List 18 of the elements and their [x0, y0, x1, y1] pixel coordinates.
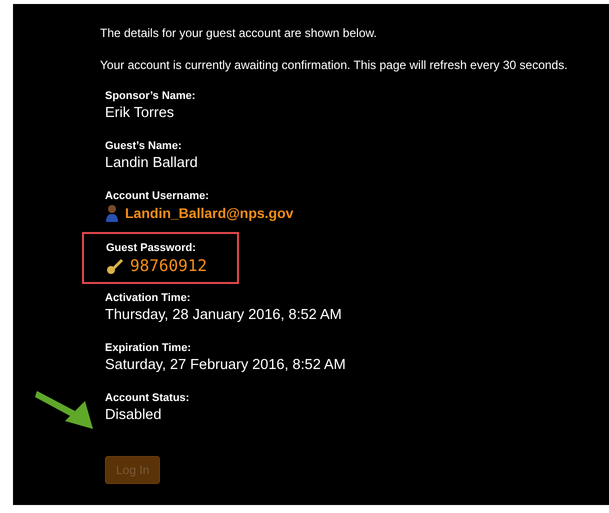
status-value: Disabled — [105, 406, 162, 424]
info-text: The details for your guest account are shown below. — [100, 26, 378, 40]
field-value: Saturday, 27 February 2016, 8:52 AM — [105, 356, 347, 374]
user-icon — [105, 204, 119, 222]
field-label: Guest’s Name: — [105, 140, 183, 152]
field-value: Erik Torres — [105, 104, 176, 122]
field-label: Expiration Time: — [105, 342, 192, 354]
username-value: Landin_Ballard@nps.gov — [125, 204, 294, 222]
password-value: 98760912 — [130, 256, 208, 276]
field-label: Account Status: — [105, 392, 190, 404]
field-label: Account Username: — [105, 190, 210, 202]
field-value: Thursday, 28 January 2016, 8:52 AM — [105, 306, 343, 324]
field-label: Activation Time: — [105, 292, 192, 304]
field-label: Sponsor’s Name: — [105, 90, 196, 102]
field-value: Landin Ballard — [105, 154, 199, 172]
info-text: Your account is currently awaiting confirmation. This page will refresh every 30 seconds. — [100, 58, 569, 72]
field-label: Guest Password: — [106, 242, 197, 254]
key-icon — [106, 257, 124, 275]
